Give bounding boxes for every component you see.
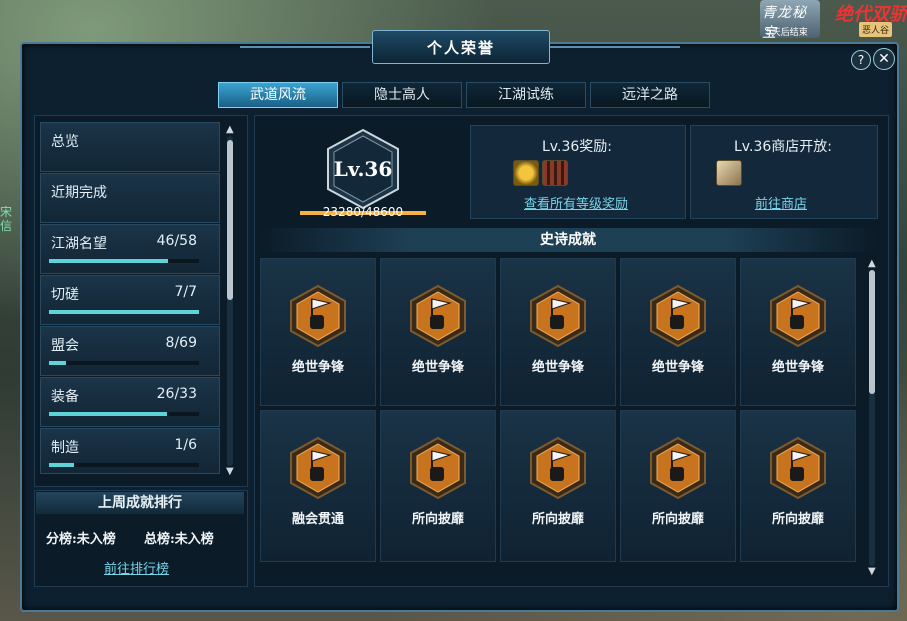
nav-item-recent[interactable]: 近期完成	[40, 173, 220, 223]
fist-flag-badge-icon	[410, 437, 466, 499]
tab-yuanyang[interactable]: 远洋之路	[590, 82, 710, 108]
nav-item-equipment[interactable]: 装备 26/33	[40, 377, 220, 427]
scroll-item-icon[interactable]	[542, 160, 568, 186]
achievement-card[interactable]: 绝世争锋	[620, 258, 736, 406]
all-rewards-link[interactable]: 查看所有等级奖励	[524, 193, 628, 212]
nav-item-count: 26/33	[156, 386, 197, 402]
nav-item-jianghu-fame[interactable]: 江湖名望 46/58	[40, 224, 220, 274]
epic-achievements-title: 史诗成就	[258, 228, 878, 252]
progress-fill	[49, 259, 168, 263]
help-icon[interactable]: ?	[851, 50, 871, 70]
nav-item-label: 近期完成	[51, 185, 107, 201]
achievement-label: 所向披靡	[531, 512, 584, 527]
fist-flag-badge-icon	[650, 437, 706, 499]
achievement-card[interactable]: 绝世争锋	[260, 258, 376, 406]
nav-item-label: 装备	[51, 389, 79, 405]
achievement-label: 绝世争锋	[411, 360, 464, 375]
progress-bar	[49, 310, 199, 314]
fist-flag-badge-icon	[410, 285, 466, 347]
nav-item-label: 盟会	[51, 338, 79, 354]
nav-item-guild[interactable]: 盟会 8/69	[40, 326, 220, 376]
fist-flag-badge-icon	[650, 285, 706, 347]
achievement-card[interactable]: 绝世争锋	[500, 258, 616, 406]
achievement-card[interactable]: 融会贯通	[260, 410, 376, 562]
achievement-label: 绝世争锋	[771, 360, 824, 375]
achievement-label: 所向披靡	[411, 512, 464, 527]
achievement-card[interactable]: 所向披靡	[620, 410, 736, 562]
fist-flag-badge-icon	[770, 437, 826, 499]
shop-unlock-title: Lv.36商店开放:	[734, 139, 832, 155]
grid-scroll-up-icon[interactable]: ▲	[868, 258, 876, 269]
tab-yinshi[interactable]: 隐士高人	[342, 82, 462, 108]
xp-text: 23280/48600	[322, 205, 404, 219]
title-ornament-right	[550, 46, 680, 48]
sub-rank-text: 分榜:未入榜	[46, 532, 116, 547]
nav-item-count: 1/6	[174, 437, 197, 453]
nav-item-label: 切磋	[51, 287, 79, 303]
title-ornament-left	[240, 46, 370, 48]
scroll-up-icon[interactable]: ▲	[226, 124, 234, 135]
progress-fill	[49, 412, 168, 416]
nav-item-sparring[interactable]: 切磋 7/7	[40, 275, 220, 325]
nav-item-crafting[interactable]: 制造 1/6	[40, 428, 220, 474]
nav-item-count: 7/7	[174, 284, 197, 300]
achievement-card[interactable]: 所向披靡	[500, 410, 616, 562]
tab-wudao[interactable]: 武道风流	[218, 82, 338, 108]
window-title-plate: 个人荣誉	[372, 30, 550, 64]
tab-jianghu[interactable]: 江湖试练	[466, 82, 586, 108]
event-logo-subtitle: 5天后结束	[766, 28, 808, 38]
scroll-down-icon[interactable]: ▼	[226, 466, 234, 477]
nav-item-overview[interactable]: 总览	[40, 122, 220, 172]
progress-bar	[49, 463, 199, 467]
total-rank-text: 总榜:未入榜	[144, 532, 214, 547]
nav-item-count: 46/58	[156, 233, 197, 249]
progress-bar	[49, 412, 199, 416]
fist-flag-badge-icon	[290, 437, 346, 499]
left-scrollbar-thumb[interactable]	[227, 140, 233, 300]
grid-scroll-down-icon[interactable]: ▼	[868, 566, 876, 577]
nav-item-count: 8/69	[165, 335, 197, 351]
progress-fill	[49, 310, 199, 314]
coin-icon[interactable]	[513, 160, 539, 186]
achievement-label: 绝世争锋	[291, 360, 344, 375]
book-item-icon[interactable]	[716, 160, 742, 186]
shop-link[interactable]: 前往商店	[755, 193, 807, 212]
level-reward-title: Lv.36奖励:	[542, 139, 612, 155]
achievement-card[interactable]: 绝世争锋	[380, 258, 496, 406]
progress-fill	[49, 463, 75, 467]
achievement-card[interactable]: 所向披靡	[380, 410, 496, 562]
achievement-label: 绝世争锋	[531, 360, 584, 375]
achievement-label: 所向披靡	[651, 512, 704, 527]
level-label: Lv.36	[333, 157, 393, 181]
event-logo2-subtitle: 恶人谷	[859, 22, 893, 37]
event-logo-juedai[interactable]: 绝代双骄 恶人谷	[833, 0, 907, 38]
fist-flag-badge-icon	[530, 285, 586, 347]
achievement-card[interactable]: 所向披靡	[740, 410, 856, 562]
side-vertical-text: 宋信	[0, 205, 13, 233]
achievement-label: 融会贯通	[291, 512, 344, 527]
achievement-label: 所向披靡	[771, 512, 824, 527]
achievement-label: 绝世争锋	[651, 360, 704, 375]
progress-bar	[49, 259, 199, 263]
ranking-link[interactable]: 前往排行榜	[104, 558, 169, 577]
event-logo-qinglong[interactable]: 青龙秘宝 5天后结束	[760, 0, 820, 41]
nav-item-label: 总览	[51, 134, 79, 150]
close-icon[interactable]: ✕	[873, 48, 895, 70]
window-title: 个人荣誉	[426, 39, 495, 57]
nav-item-label: 制造	[51, 440, 79, 456]
fist-flag-badge-icon	[290, 285, 346, 347]
fist-flag-badge-icon	[770, 285, 826, 347]
progress-bar	[49, 361, 199, 365]
grid-scrollbar-thumb[interactable]	[869, 270, 875, 394]
progress-fill	[49, 361, 67, 365]
fist-flag-badge-icon	[530, 437, 586, 499]
achievement-card[interactable]: 绝世争锋	[740, 258, 856, 406]
nav-item-label: 江湖名望	[51, 236, 107, 252]
ranking-title: 上周成就排行	[36, 492, 244, 514]
